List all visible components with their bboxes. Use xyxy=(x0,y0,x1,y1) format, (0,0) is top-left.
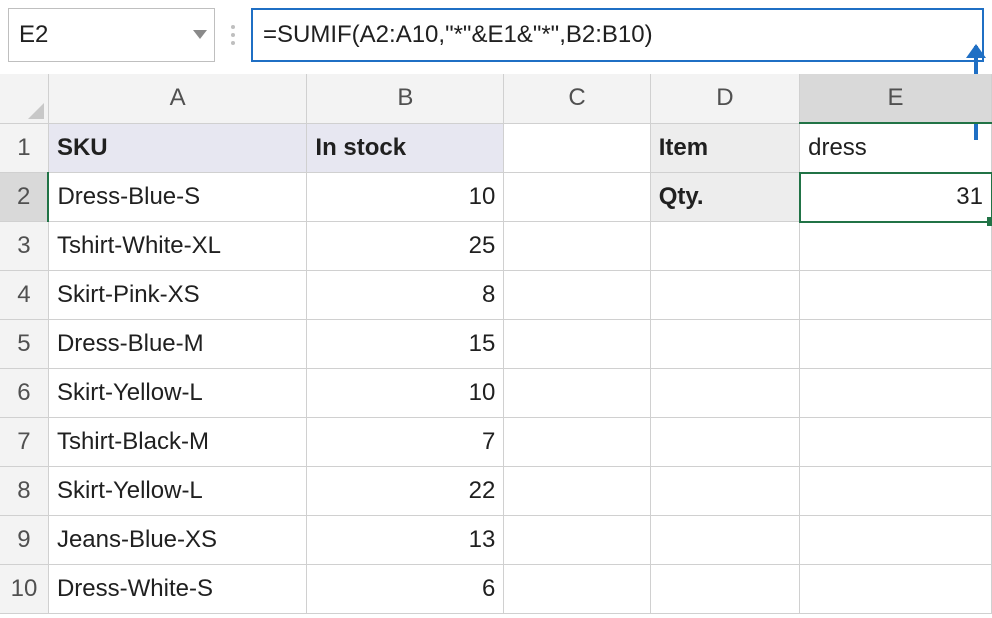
cell-B4[interactable]: 8 xyxy=(307,271,504,320)
row-header[interactable]: 1 xyxy=(0,123,48,173)
cell-B7[interactable]: 7 xyxy=(307,418,504,467)
cell-E5[interactable] xyxy=(800,320,992,369)
col-header-E[interactable]: E xyxy=(800,74,992,123)
row-header[interactable]: 10 xyxy=(0,565,48,614)
cell-D6[interactable] xyxy=(650,369,799,418)
cell-B2[interactable]: 10 xyxy=(307,173,504,222)
name-box[interactable]: E2 xyxy=(8,8,215,62)
cell-A9[interactable]: Jeans-Blue-XS xyxy=(48,516,306,565)
row-header[interactable]: 6 xyxy=(0,369,48,418)
row-header[interactable]: 7 xyxy=(0,418,48,467)
row-header[interactable]: 3 xyxy=(0,222,48,271)
formula-bar-divider xyxy=(225,8,241,62)
cell-E1[interactable]: dress xyxy=(800,123,992,173)
cell-D9[interactable] xyxy=(650,516,799,565)
row-header[interactable]: 4 xyxy=(0,271,48,320)
cell-C7[interactable] xyxy=(504,418,650,467)
cell-C4[interactable] xyxy=(504,271,650,320)
grid: A B C D E 1 SKU In stock Item dress 2 Dr… xyxy=(0,74,992,614)
cell-D2[interactable]: Qty. xyxy=(650,173,799,222)
cell-D10[interactable] xyxy=(650,565,799,614)
cell-D8[interactable] xyxy=(650,467,799,516)
cell-A6[interactable]: Skirt-Yellow-L xyxy=(48,369,306,418)
formula-bar-row: E2 =SUMIF(A2:A10,"*"&E1&"*",B2:B10) xyxy=(0,0,992,68)
row-header[interactable]: 2 xyxy=(0,173,48,222)
cell-D4[interactable] xyxy=(650,271,799,320)
cell-A5[interactable]: Dress-Blue-M xyxy=(48,320,306,369)
cell-D3[interactable] xyxy=(650,222,799,271)
cell-C3[interactable] xyxy=(504,222,650,271)
cell-A1[interactable]: SKU xyxy=(48,123,306,173)
cell-C8[interactable] xyxy=(504,467,650,516)
cell-D1[interactable]: Item xyxy=(650,123,799,173)
chevron-down-icon xyxy=(193,30,207,40)
cell-A4[interactable]: Skirt-Pink-XS xyxy=(48,271,306,320)
formula-bar[interactable]: =SUMIF(A2:A10,"*"&E1&"*",B2:B10) xyxy=(251,8,984,62)
cell-A10[interactable]: Dress-White-S xyxy=(48,565,306,614)
cell-E8[interactable] xyxy=(800,467,992,516)
cell-C6[interactable] xyxy=(504,369,650,418)
cell-E6[interactable] xyxy=(800,369,992,418)
cell-A3[interactable]: Tshirt-White-XL xyxy=(48,222,306,271)
cell-E3[interactable] xyxy=(800,222,992,271)
cell-B6[interactable]: 10 xyxy=(307,369,504,418)
cell-E4[interactable] xyxy=(800,271,992,320)
col-header-B[interactable]: B xyxy=(307,74,504,123)
cell-E10[interactable] xyxy=(800,565,992,614)
cell-B9[interactable]: 13 xyxy=(307,516,504,565)
col-header-A[interactable]: A xyxy=(48,74,306,123)
row-header[interactable]: 9 xyxy=(0,516,48,565)
row-header[interactable]: 5 xyxy=(0,320,48,369)
cell-C9[interactable] xyxy=(504,516,650,565)
cell-B8[interactable]: 22 xyxy=(307,467,504,516)
cell-D5[interactable] xyxy=(650,320,799,369)
cell-D7[interactable] xyxy=(650,418,799,467)
worksheet: A B C D E 1 SKU In stock Item dress 2 Dr… xyxy=(0,74,992,614)
select-all-corner[interactable] xyxy=(0,74,48,123)
formula-text: =SUMIF(A2:A10,"*"&E1&"*",B2:B10) xyxy=(263,21,653,49)
cell-A2[interactable]: Dress-Blue-S xyxy=(48,173,306,222)
name-box-value: E2 xyxy=(9,21,186,49)
cell-B3[interactable]: 25 xyxy=(307,222,504,271)
select-all-triangle-icon xyxy=(28,103,44,119)
cell-A8[interactable]: Skirt-Yellow-L xyxy=(48,467,306,516)
cell-E9[interactable] xyxy=(800,516,992,565)
name-box-dropdown[interactable] xyxy=(186,9,214,61)
cell-B10[interactable]: 6 xyxy=(307,565,504,614)
cell-C10[interactable] xyxy=(504,565,650,614)
row-header[interactable]: 8 xyxy=(0,467,48,516)
col-header-D[interactable]: D xyxy=(650,74,799,123)
cell-C1[interactable] xyxy=(504,123,650,173)
cell-A7[interactable]: Tshirt-Black-M xyxy=(48,418,306,467)
cell-E2[interactable]: 31 xyxy=(800,173,992,222)
cell-E7[interactable] xyxy=(800,418,992,467)
col-header-C[interactable]: C xyxy=(504,74,650,123)
cell-C5[interactable] xyxy=(504,320,650,369)
cell-B1[interactable]: In stock xyxy=(307,123,504,173)
cell-C2[interactable] xyxy=(504,173,650,222)
cell-B5[interactable]: 15 xyxy=(307,320,504,369)
